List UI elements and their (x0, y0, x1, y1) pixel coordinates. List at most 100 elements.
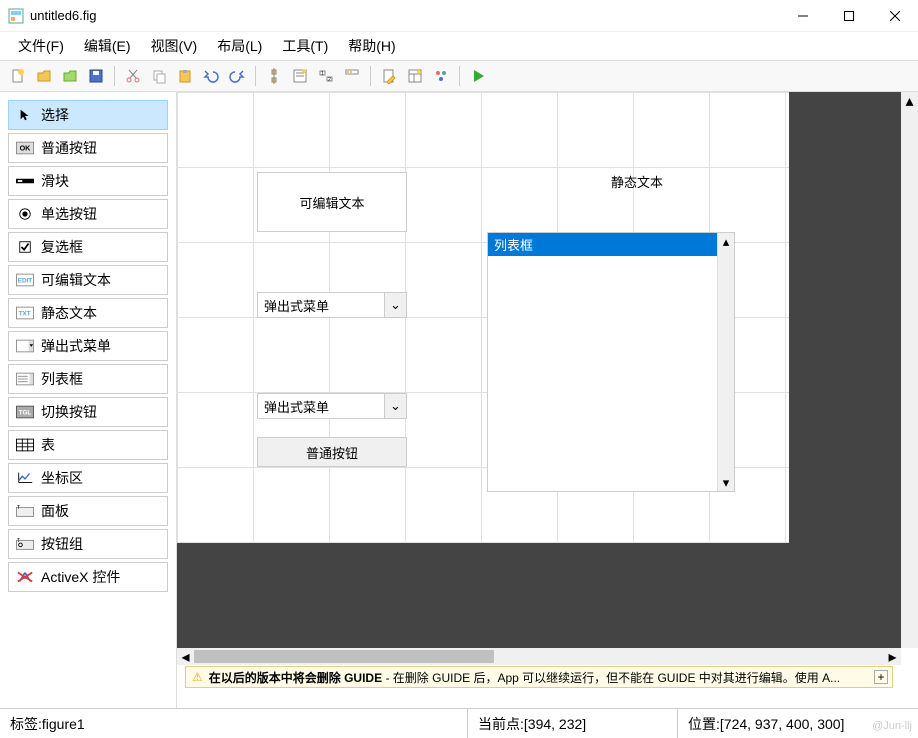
menu-file[interactable]: 文件(F) (8, 32, 74, 60)
txt-icon: TXT (15, 306, 35, 320)
main-area: 选择OK普通按钮滑块单选按钮复选框EDIT可编辑文本TXT静态文本弹出式菜单列表… (0, 92, 918, 708)
listbox-control[interactable]: 列表框 ▴ ▾ (487, 232, 735, 492)
cursor-icon (15, 108, 35, 122)
palette-item-txt[interactable]: TXT静态文本 (8, 298, 168, 328)
palette-item-activex[interactable]: ActiveX 控件 (8, 562, 168, 592)
scroll-up-icon[interactable]: ▴ (901, 92, 918, 109)
expand-notice-button[interactable]: + (874, 670, 888, 684)
object-browser-icon[interactable] (429, 64, 453, 88)
palette-item-ok[interactable]: OK普通按钮 (8, 133, 168, 163)
slider-icon (15, 174, 35, 188)
run-icon[interactable] (466, 64, 490, 88)
save-icon[interactable] (84, 64, 108, 88)
btngroup-icon: T (15, 537, 35, 551)
status-current-point: 当前点: [394, 232] (468, 709, 678, 738)
menu-edit[interactable]: 编辑(E) (74, 32, 141, 60)
palette-item-table[interactable]: 表 (8, 430, 168, 460)
palette-item-label: 单选按钮 (41, 204, 97, 224)
palette-item-btngroup[interactable]: T 按钮组 (8, 529, 168, 559)
palette-item-label: 按钮组 (41, 534, 83, 554)
scroll-down-icon[interactable]: ▾ (718, 474, 734, 491)
popup-icon (15, 339, 35, 353)
edit-icon: EDIT (15, 273, 35, 287)
listbox-icon (15, 372, 35, 386)
app-icon (8, 8, 24, 24)
palette-item-radio[interactable]: 单选按钮 (8, 199, 168, 229)
edit-text-label: 可编辑文本 (299, 193, 364, 212)
palette-item-panel[interactable]: T 面板 (8, 496, 168, 526)
palette-item-label: 面板 (41, 501, 69, 521)
popup-menu-1[interactable]: 弹出式菜单⌄ (257, 292, 407, 318)
palette-item-checkbox[interactable]: 复选框 (8, 232, 168, 262)
radio-icon (15, 207, 35, 221)
open-icon[interactable] (32, 64, 56, 88)
palette-item-label: 复选框 (41, 237, 83, 257)
palette-item-label: 切换按钮 (41, 402, 97, 422)
push-button-control[interactable]: 普通按钮 (257, 437, 407, 467)
static-text-control[interactable]: 静态文本 (537, 172, 737, 191)
table-icon (15, 438, 35, 452)
toolbar-editor-icon[interactable] (340, 64, 364, 88)
listbox-item-selected[interactable]: 列表框 (488, 233, 734, 256)
svg-text:TGL: TGL (19, 410, 32, 417)
scrollbar-thumb[interactable] (194, 650, 494, 663)
palette-item-cursor[interactable]: 选择 (8, 100, 168, 130)
chevron-down-icon: ⌄ (384, 293, 406, 317)
palette-item-toggle[interactable]: TGL 切换按钮 (8, 397, 168, 427)
statusbar: 标签: figure1 当前点: [394, 232] 位置: [724, 93… (0, 708, 918, 738)
redo-icon[interactable] (225, 64, 249, 88)
palette-item-listbox[interactable]: 列表框 (8, 364, 168, 394)
menu-layout[interactable]: 布局(L) (207, 32, 272, 60)
notice-text: 在以后的版本中将会删除 GUIDE - 在删除 GUIDE 后，App 可以继续… (209, 669, 840, 686)
panel-icon: T (15, 504, 35, 518)
popup2-label: 弹出式菜单 (264, 397, 329, 416)
copy-icon[interactable] (147, 64, 171, 88)
palette-item-label: 表 (41, 435, 55, 455)
palette-item-label: 坐标区 (41, 468, 83, 488)
window-title: untitled6.fig (30, 8, 780, 23)
toolbar: 12 (0, 60, 918, 92)
static-text-label: 静态文本 (611, 172, 663, 191)
popup-menu-2[interactable]: 弹出式菜单 ⌄ (257, 393, 407, 419)
undo-icon[interactable] (199, 64, 223, 88)
tab-order-icon[interactable]: 12 (314, 64, 338, 88)
palette-item-label: 可编辑文本 (41, 270, 111, 290)
scroll-right-icon[interactable]: ▸ (884, 648, 901, 665)
open-recent-icon[interactable] (58, 64, 82, 88)
editor-icon[interactable] (377, 64, 401, 88)
svg-text:EDIT: EDIT (18, 278, 32, 285)
vertical-scrollbar[interactable]: ▴ (901, 92, 918, 648)
canvas-wrap: 可编辑文本 静态文本 弹出式菜单⌄ 弹出式菜单⌄ 普通按钮 列表框 ▴ ▾ ▴ … (176, 92, 918, 708)
checkbox-icon (15, 240, 35, 254)
menu-tools[interactable]: 工具(T) (272, 32, 338, 60)
svg-text:OK: OK (20, 144, 32, 153)
edit-text-control[interactable]: 可编辑文本 (257, 172, 407, 232)
scroll-up-icon[interactable]: ▴ (718, 233, 734, 250)
palette-item-slider[interactable]: 滑块 (8, 166, 168, 196)
palette-item-popup[interactable]: 弹出式菜单 (8, 331, 168, 361)
listbox-scrollbar[interactable]: ▴ ▾ (717, 233, 734, 491)
palette-item-label: 滑块 (41, 171, 69, 191)
titlebar: untitled6.fig (0, 0, 918, 32)
canvas-viewport[interactable]: 可编辑文本 静态文本 弹出式菜单⌄ 弹出式菜单⌄ 普通按钮 列表框 ▴ ▾ (177, 92, 901, 648)
design-surface[interactable]: 可编辑文本 静态文本 弹出式菜单⌄ 弹出式菜单⌄ 普通按钮 列表框 ▴ ▾ (177, 92, 789, 542)
menu-view[interactable]: 视图(V) (141, 32, 208, 60)
close-button[interactable] (872, 0, 918, 31)
maximize-button[interactable] (826, 0, 872, 31)
pushbutton-label: 普通按钮 (306, 443, 358, 462)
paste-icon[interactable] (173, 64, 197, 88)
property-inspector-icon[interactable] (403, 64, 427, 88)
axes-icon (15, 471, 35, 485)
palette-item-edit[interactable]: EDIT 可编辑文本 (8, 265, 168, 295)
status-tag: 标签: figure1 (0, 709, 468, 738)
menu-editor-icon[interactable] (288, 64, 312, 88)
horizontal-scrollbar[interactable]: ◂ ▸ (177, 648, 901, 665)
scroll-left-icon[interactable]: ◂ (177, 648, 194, 665)
cut-icon[interactable] (121, 64, 145, 88)
chevron-down-icon: ⌄ (384, 394, 406, 418)
align-icon[interactable] (262, 64, 286, 88)
palette-item-axes[interactable]: 坐标区 (8, 463, 168, 493)
menu-help[interactable]: 帮助(H) (338, 32, 405, 60)
new-icon[interactable] (6, 64, 30, 88)
minimize-button[interactable] (780, 0, 826, 31)
